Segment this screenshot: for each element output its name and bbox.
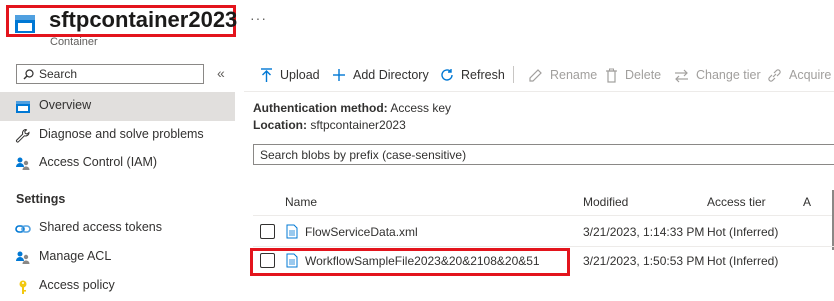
settings-section-title: Settings (16, 192, 66, 206)
sidebar-item-shared-access-tokens[interactable]: Shared access tokens (0, 214, 235, 243)
refresh-icon (441, 69, 453, 81)
table-row[interactable]: FlowServiceData.xml 3/21/2023, 1:14:33 P… (253, 217, 834, 246)
wrench-icon (15, 128, 30, 143)
rename-button[interactable]: Rename (528, 66, 597, 84)
add-directory-button[interactable]: Add Directory (332, 66, 429, 84)
link-icon (768, 68, 781, 82)
modified-cell: 3/21/2023, 1:50:53 PM (583, 254, 705, 268)
swap-icon (675, 69, 688, 82)
sidebar-item-diagnose[interactable]: Diagnose and solve problems (0, 121, 235, 150)
file-name-link[interactable]: FlowServiceData.xml (305, 225, 418, 239)
sidebar-item-label: Shared access tokens (39, 220, 162, 234)
upload-label: Upload (280, 68, 320, 82)
row-checkbox[interactable] (260, 224, 275, 239)
tier-cell: Hot (Inferred) (707, 254, 779, 268)
rename-label: Rename (550, 68, 598, 82)
collapse-sidebar-button[interactable]: « (217, 65, 225, 81)
delete-button[interactable]: Delete (605, 66, 661, 84)
location-value: sftpcontainer2023 (310, 118, 406, 132)
rename-icon (529, 68, 542, 82)
sidebar-item-overview[interactable]: Overview (0, 92, 235, 121)
change-tier-button[interactable]: Change tier (674, 66, 761, 84)
change-tier-label: Change tier (696, 68, 761, 82)
column-header-name[interactable]: Name (285, 195, 317, 209)
page-title: sftpcontainer2023 (49, 7, 238, 32)
container-icon (15, 15, 35, 33)
auth-label: Authentication method: (253, 101, 388, 115)
location: Location: sftpcontainer2023 (253, 118, 406, 132)
sidebar-item-manage-acl[interactable]: Manage ACL (0, 243, 235, 272)
column-header-access-tier[interactable]: Access tier (707, 195, 766, 209)
more-options-button[interactable]: ··· (250, 10, 267, 26)
add-directory-label: Add Directory (353, 68, 429, 82)
page-subtitle: Container (50, 36, 98, 48)
column-header-archive-status[interactable]: A (803, 195, 811, 209)
toolbar-underline (244, 91, 834, 92)
sidebar-search[interactable]: Search (16, 64, 204, 84)
file-icon (286, 224, 298, 239)
location-label: Location: (253, 118, 307, 132)
people-icon (16, 251, 30, 264)
container-icon (16, 101, 30, 113)
upload-button[interactable]: Upload (260, 66, 320, 84)
acquire-lease-button[interactable]: Acquire (767, 66, 831, 84)
auth-method: Authentication method: Access key (253, 101, 451, 115)
sidebar-item-label: Manage ACL (39, 249, 112, 263)
sidebar-item-label: Access policy (39, 278, 115, 292)
sidebar-item-access-control[interactable]: Access Control (IAM) (0, 149, 235, 178)
auth-value-link[interactable]: Access key (390, 101, 451, 115)
upload-icon (261, 67, 272, 82)
link-icon (15, 225, 31, 233)
trash-icon (606, 68, 617, 83)
delete-label: Delete (625, 68, 662, 82)
modified-cell: 3/21/2023, 1:14:33 PM (583, 225, 705, 239)
column-header-modified[interactable]: Modified (583, 195, 628, 209)
sidebar-item-label: Access Control (IAM) (39, 155, 158, 169)
refresh-label: Refresh (461, 68, 505, 82)
row-highlight-box (250, 248, 570, 276)
tier-cell: Hot (Inferred) (707, 225, 779, 239)
people-icon (16, 157, 30, 170)
sidebar-item-access-policy[interactable]: Access policy (0, 272, 235, 301)
search-placeholder: Search (39, 67, 78, 81)
sidebar-item-label: Diagnose and solve problems (39, 127, 204, 141)
toolbar-divider (513, 66, 514, 83)
search-icon (23, 69, 34, 80)
acquire-label: Acquire (789, 68, 832, 82)
plus-icon (333, 69, 345, 81)
blob-search-placeholder: Search blobs by prefix (case-sensitive) (260, 148, 467, 162)
key-icon (19, 280, 27, 294)
blob-search-input[interactable]: Search blobs by prefix (case-sensitive) (253, 144, 834, 165)
table-header-divider (253, 215, 834, 216)
refresh-button[interactable]: Refresh (440, 66, 505, 84)
sidebar-item-label: Overview (39, 98, 92, 112)
